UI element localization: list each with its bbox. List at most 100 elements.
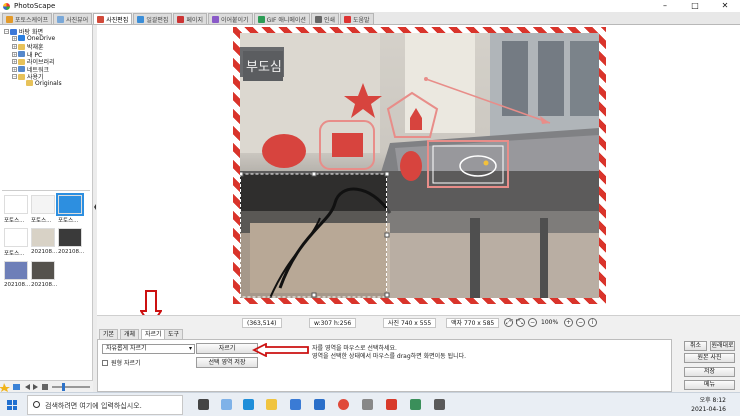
folder-tree[interactable]: − 바탕 화면 + OneDrive + 박재훈 + 내 PC + 라이브러리 + 네트워크 − 사용기 O…: [2, 25, 92, 185]
expander-icon[interactable]: +: [12, 51, 17, 57]
main-tab-bar: 포토스케이프 사진뷰어 사진편집 일괄편집 페이지 이어붙이기 GIF 애니메이션 인쇄 도움말: [0, 12, 740, 25]
menu-button[interactable]: 메뉴: [684, 380, 735, 390]
photo-icon[interactable]: [362, 399, 373, 410]
thumbnail[interactable]: [31, 261, 55, 280]
task-view-icon[interactable]: [198, 399, 209, 410]
tree-item-label: OneDrive: [27, 34, 56, 42]
thumbnail[interactable]: [4, 261, 28, 280]
tab-3[interactable]: 일괄편집: [133, 13, 173, 24]
app-2-icon[interactable]: [410, 399, 421, 410]
tab-icon: [211, 15, 219, 23]
info-icon[interactable]: i: [588, 318, 597, 327]
thumbnail[interactable]: [31, 195, 55, 214]
tab-4[interactable]: 페이지: [173, 13, 207, 24]
panel-tab-2[interactable]: 자르기: [141, 329, 166, 339]
crop-button[interactable]: 자르기: [196, 343, 258, 354]
tab-icon: [97, 15, 105, 23]
maximize-button[interactable]: □: [680, 0, 710, 12]
save-button[interactable]: 저장: [684, 367, 735, 377]
tab-7[interactable]: 인쇄: [310, 13, 340, 24]
tab-5[interactable]: 이어붙이기: [207, 13, 253, 24]
favorite-icon[interactable]: [0, 383, 10, 392]
thumbnail-label: 포토스...: [4, 251, 25, 257]
thumbnail-label: 포토스...: [31, 218, 52, 224]
tab-label: 인쇄: [323, 16, 336, 24]
system-clock[interactable]: 오후 8:12 2021-04-16: [691, 396, 726, 414]
chrome-icon[interactable]: [338, 399, 349, 410]
tab-1[interactable]: 사진뷰어: [53, 13, 93, 24]
edit-panel: 기본 개체 자르기 도구 자유롭게 자르기 ▾ 원형 자르기 자르기 선택 영역 저장…: [97, 329, 740, 392]
checkbox-box[interactable]: [102, 359, 108, 366]
zoom-out-icon[interactable]: −: [528, 318, 537, 327]
crop-mode-select[interactable]: 자유롭게 자르기 ▾: [102, 344, 195, 354]
yellow-dot: [483, 160, 489, 166]
tree-item[interactable]: + OneDrive: [12, 35, 55, 42]
expander-icon[interactable]: −: [12, 74, 17, 79]
tab-6[interactable]: GIF 애니메이션: [253, 13, 310, 24]
photo-canvas[interactable]: 부도심: [240, 33, 599, 298]
widgets-icon[interactable]: [221, 399, 232, 410]
photo-size: 사진 740 x 555: [383, 318, 437, 328]
tab-8[interactable]: 도움말: [340, 13, 374, 24]
actual-size-icon[interactable]: ⤡: [516, 318, 525, 327]
tree-item[interactable]: Originals: [20, 80, 62, 87]
expander-icon[interactable]: +: [12, 59, 17, 64]
photo-content: 부도심: [240, 33, 599, 298]
panel-tab-0[interactable]: 기본: [99, 329, 119, 339]
app-3-icon[interactable]: [434, 399, 445, 410]
restore-button[interactable]: 원래대로: [710, 341, 735, 351]
zoom-in-icon[interactable]: +: [564, 318, 573, 327]
red-left-arrow-annotation: [252, 343, 309, 357]
save-selection-button[interactable]: 선택 영역 저장: [196, 357, 258, 368]
left-browser-panel: − 바탕 화면 + OneDrive + 박재훈 + 내 PC + 라이브러리 + 네트워크 − 사용기 O…: [0, 25, 93, 380]
edge-icon[interactable]: [243, 399, 254, 410]
circle-crop-checkbox[interactable]: 원형 자르기: [102, 358, 141, 367]
thumbnail[interactable]: [56, 193, 84, 216]
thumbnail-grid: 포토스... 포토스... 포토스... 포토스... 202108... 202108.…: [2, 190, 90, 376]
file-explorer-icon[interactable]: [266, 399, 277, 410]
expander-icon[interactable]: −: [4, 29, 9, 34]
mail-icon[interactable]: [314, 399, 325, 410]
red-ellipse-shape[interactable]: [262, 134, 306, 168]
expander-icon[interactable]: +: [12, 35, 17, 41]
original-photo-button[interactable]: 원본 사진: [684, 353, 735, 363]
tab-0[interactable]: 포토스케이프: [2, 13, 53, 24]
thumbnail-size-slider[interactable]: [52, 386, 90, 388]
thumbnail[interactable]: [4, 195, 28, 214]
frame-size: 액자 770 x 585: [446, 318, 500, 328]
tab-label: 도움말: [353, 16, 370, 24]
refresh-icon[interactable]: [42, 384, 48, 390]
expander-icon[interactable]: +: [12, 66, 17, 72]
thumbnail-label: 포토스...: [4, 218, 25, 224]
view-icon[interactable]: [13, 384, 20, 390]
cancel-button[interactable]: 취소: [684, 341, 707, 351]
photoscape-icon[interactable]: [386, 399, 397, 410]
taskbar-search-box[interactable]: 검색하려면 여기에 입력하십시오.: [27, 395, 183, 415]
tab-icon: [314, 15, 322, 23]
thumbnail-size-handle[interactable]: [62, 383, 65, 391]
zoom-out-2-icon[interactable]: −: [576, 318, 585, 327]
tab-icon: [6, 15, 13, 23]
chevron-down-icon: ▾: [188, 345, 192, 352]
minimize-button[interactable]: –: [650, 0, 680, 12]
thumbnail[interactable]: [4, 228, 28, 247]
red-rectangle-shape[interactable]: [332, 133, 363, 157]
close-button[interactable]: ✕: [710, 0, 740, 12]
store-icon[interactable]: [290, 399, 301, 410]
back-icon[interactable]: [25, 384, 30, 390]
left-toolbar: [0, 380, 93, 392]
windows-start-icon[interactable]: [7, 400, 17, 410]
panel-tab-3[interactable]: 도구: [164, 329, 184, 339]
forward-icon[interactable]: [33, 384, 38, 390]
red-oval-shape[interactable]: [400, 151, 422, 181]
tab-icon: [137, 15, 145, 23]
panel-tab-1[interactable]: 개체: [120, 329, 140, 339]
thumbnail[interactable]: [58, 228, 82, 247]
thumbnail[interactable]: [31, 228, 55, 247]
search-placeholder[interactable]: 검색하려면 여기에 입력하십시오.: [45, 401, 142, 411]
expander-icon[interactable]: +: [12, 44, 17, 49]
cursor-coords: (363,514): [242, 318, 282, 328]
fit-icon[interactable]: ⤢: [504, 318, 513, 327]
thumbnail-label: 포토스...: [58, 218, 79, 224]
tab-2[interactable]: 사진편집: [93, 13, 133, 24]
